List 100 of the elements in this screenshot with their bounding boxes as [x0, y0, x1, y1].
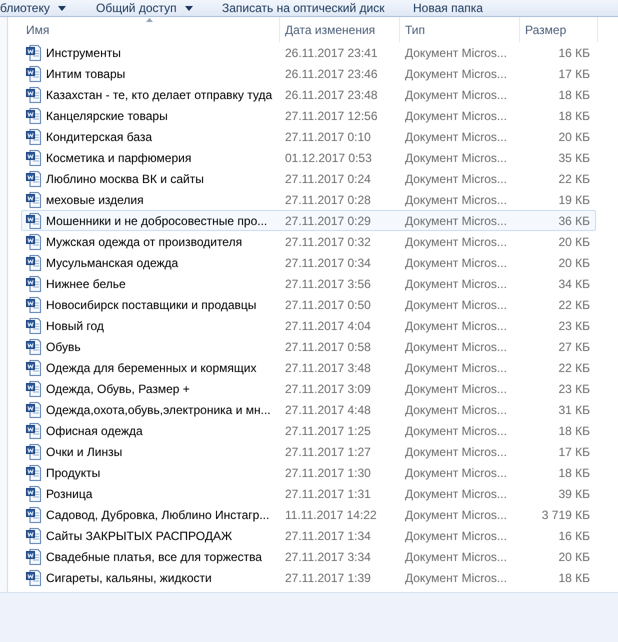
- file-row[interactable]: меховые изделия 27.11.2017 0:28 Документ Micros... 19 КБ: [21, 189, 596, 210]
- file-size: 20 КБ: [557, 234, 591, 250]
- file-row[interactable]: Одежда, Обувь, Размер + 27.11.2017 3:09 Документ Micros... 23 КБ: [21, 378, 596, 399]
- file-type: Документ Micros...: [404, 528, 508, 544]
- file-size: 22 КБ: [557, 360, 591, 376]
- file-row[interactable]: Мусульманская одежда 27.11.2017 0:34 Документ Micros... 20 КБ: [21, 252, 596, 273]
- file-name: Одежда,охота,обувь,электроника и мн...: [46, 402, 271, 418]
- file-row[interactable]: Свадебные платья, все для торжества 27.11.2017 3:34 Документ Micros... 20 КБ: [21, 546, 596, 567]
- column-header[interactable]: Дата изменения: [280, 17, 400, 42]
- file-type: Документ Micros...: [404, 570, 508, 586]
- file-type: Документ Micros...: [404, 422, 508, 440]
- file-row[interactable]: Мошенники и не добросовестные про... 27.11.2017 0:29 Документ Micros... 36 КБ: [21, 210, 596, 231]
- file-name: Мужская одежда от производителя: [46, 234, 242, 250]
- document-icon: [26, 401, 42, 418]
- file-size: 18 КБ: [557, 108, 591, 124]
- file-type: Документ Micros...: [404, 150, 508, 166]
- file-row[interactable]: Косметика и парфюмерия 01.12.2017 0:53 Документ Micros... 35 КБ: [21, 147, 596, 168]
- document-icon: [26, 422, 42, 439]
- file-type: Документ Micros...: [404, 402, 508, 418]
- file-type: Документ Micros...: [404, 548, 508, 566]
- file-row[interactable]: Инструменты 26.11.2017 23:41 Документ Micros... 16 КБ: [21, 42, 596, 63]
- file-name: Продукты: [46, 464, 100, 482]
- file-row[interactable]: Люблино москва ВК и сайты 27.11.2017 0:24 Документ Micros... 22 КБ: [21, 168, 596, 189]
- file-date: 27.11.2017 4:04: [284, 318, 372, 334]
- file-row[interactable]: Интим товары 26.11.2017 23:46 Документ Micros... 17 КБ: [21, 63, 596, 84]
- column-header[interactable]: Тип: [400, 17, 520, 42]
- file-row[interactable]: Розница 27.11.2017 1:31 Документ Micros... 39 КБ: [21, 483, 596, 504]
- file-name: Садовод, Дубровка, Люблино Инстагр...: [46, 506, 270, 524]
- file-date: 26.11.2017 23:46: [284, 66, 379, 82]
- file-name: Нижнее белье: [46, 276, 126, 292]
- document-icon: [26, 128, 42, 145]
- file-name: меховые изделия: [46, 192, 144, 208]
- file-size: 19 КБ: [557, 192, 591, 208]
- file-type: Документ Micros...: [404, 86, 508, 104]
- file-date: 27.11.2017 1:27: [284, 444, 372, 460]
- file-date: 27.11.2017 0:10: [284, 128, 372, 146]
- file-row[interactable]: Казахстан - те, кто делает отправку туда 26.11.2017 23:48 Документ Micros... 18 КБ: [21, 84, 596, 105]
- file-row[interactable]: Сигареты, кальяны, жидкости 27.11.2017 1:39 Документ Micros... 18 КБ: [21, 567, 596, 588]
- file-date: 27.11.2017 0:32: [284, 234, 372, 250]
- file-date: 26.11.2017 23:41: [284, 44, 379, 62]
- file-row[interactable]: Сайты ЗАКРЫТЫХ РАСПРОДАЖ 27.11.2017 1:34 Документ Micros... 16 КБ: [21, 525, 596, 546]
- document-icon: [26, 212, 42, 229]
- file-date: 27.11.2017 0:34: [284, 254, 372, 272]
- toolbar-button[interactable]: Записать на оптический диск: [222, 2, 384, 14]
- file-type: Документ Micros...: [404, 338, 508, 356]
- file-type: Документ Micros...: [404, 254, 508, 272]
- file-row[interactable]: Новый год 27.11.2017 4:04 Документ Micros... 23 КБ: [21, 315, 596, 336]
- file-type: Документ Micros...: [404, 276, 508, 292]
- document-icon: [26, 191, 42, 208]
- document-icon: [26, 107, 42, 124]
- file-date: 27.11.2017 3:34: [284, 548, 372, 566]
- file-row[interactable]: Мужская одежда от производителя 27.11.2017 0:32 Документ Micros... 20 КБ: [21, 231, 596, 252]
- file-name: Розница: [46, 486, 92, 502]
- column-header[interactable]: Размер: [520, 17, 598, 42]
- file-row[interactable]: Одежда,охота,обувь,электроника и мн... 27.11.2017 4:48 Документ Micros... 31 КБ: [21, 399, 596, 420]
- document-icon: [26, 296, 42, 313]
- file-row[interactable]: Канцелярские товары 27.11.2017 12:56 Документ Micros... 18 КБ: [21, 105, 596, 126]
- file-type: Документ Micros...: [404, 464, 508, 482]
- file-type: Документ Micros...: [404, 66, 508, 82]
- file-name: Сигареты, кальяны, жидкости: [46, 570, 212, 586]
- file-row[interactable]: Новосибирск поставщики и продавцы 27.11.2017 0:50 Документ Micros... 22 КБ: [21, 294, 596, 315]
- file-type: Документ Micros...: [404, 380, 508, 398]
- file-size: 36 КБ: [557, 212, 591, 230]
- file-row[interactable]: Кондитерская база 27.11.2017 0:10 Документ Micros... 20 КБ: [21, 126, 596, 147]
- document-icon: [26, 485, 42, 502]
- file-date: 27.11.2017 4:48: [284, 402, 372, 418]
- file-name: Инструменты: [46, 44, 121, 62]
- toolbar-button[interactable]: блиотеку: [0, 2, 66, 14]
- file-date: 27.11.2017 1:34: [284, 528, 372, 544]
- document-icon: [26, 317, 42, 334]
- file-type: Документ Micros...: [404, 192, 508, 208]
- file-name: Мошенники и не добросовестные про...: [46, 212, 268, 230]
- document-icon: [26, 65, 42, 82]
- file-size: 27 КБ: [557, 338, 591, 356]
- file-size: 18 КБ: [557, 422, 591, 440]
- file-row[interactable]: Очки и Линзы 27.11.2017 1:27 Документ Micros... 17 КБ: [21, 441, 596, 462]
- file-row[interactable]: Продукты 27.11.2017 1:30 Документ Micros... 18 КБ: [21, 462, 596, 483]
- file-date: 27.11.2017 3:56: [284, 276, 372, 292]
- file-size: 31 КБ: [557, 402, 591, 418]
- document-icon: [26, 275, 42, 292]
- file-row[interactable]: Нижнее белье 27.11.2017 3:56 Документ Micros... 34 КБ: [21, 273, 596, 294]
- file-row[interactable]: Обувь 27.11.2017 0:58 Документ Micros... 27 КБ: [21, 336, 596, 357]
- file-type: Документ Micros...: [404, 170, 508, 188]
- file-date: 27.11.2017 0:28: [284, 192, 372, 208]
- file-row[interactable]: Одежда для беременных и кормящих 27.11.2017 3:48 Документ Micros... 22 КБ: [21, 357, 596, 378]
- file-type: Документ Micros...: [404, 318, 508, 334]
- toolbar-button[interactable]: Новая папка: [413, 2, 483, 14]
- file-size: 23 КБ: [557, 318, 591, 334]
- document-icon: [26, 338, 42, 355]
- document-icon: [26, 86, 42, 103]
- document-icon: [26, 44, 42, 61]
- file-date: 26.11.2017 23:48: [284, 86, 379, 104]
- file-row[interactable]: Офисная одежда 27.11.2017 1:25 Документ Micros... 18 КБ: [21, 420, 596, 441]
- file-date: 11.11.2017 14:22: [284, 506, 378, 524]
- file-row[interactable]: Садовод, Дубровка, Люблино Инстагр... 11.11.2017 14:22 Документ Micros... 3 719 КБ: [21, 504, 596, 525]
- file-type: Документ Micros...: [404, 128, 508, 146]
- sort-arrow-icon: [146, 18, 153, 22]
- toolbar-button[interactable]: Общий доступ: [96, 2, 193, 14]
- document-icon: [26, 254, 42, 271]
- document-icon: [26, 443, 42, 460]
